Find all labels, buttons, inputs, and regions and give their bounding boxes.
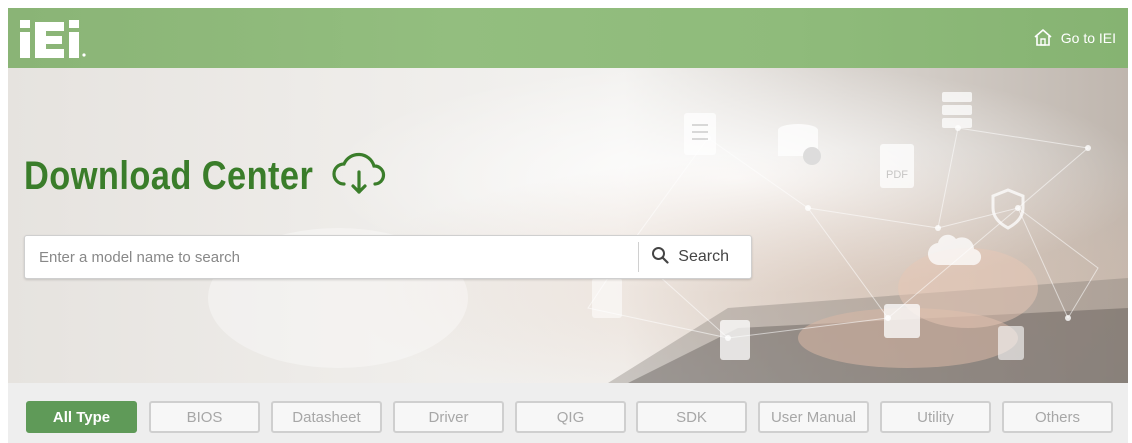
go-to-iei-link[interactable]: Go to IEI (1029, 24, 1120, 52)
download-center-heading: Download Center (24, 150, 388, 203)
filter-tab-driver[interactable]: Driver (393, 401, 504, 433)
hero-banner: PDF Download Center Enter a model name t… (8, 68, 1128, 383)
home-icon (1033, 28, 1053, 48)
type-filter-bar: All Type BIOS Datasheet Driver QIG SDK U… (8, 383, 1128, 443)
search-icon (651, 246, 669, 269)
filter-tab-all-type[interactable]: All Type (26, 401, 137, 433)
filter-tab-user-manual[interactable]: User Manual (758, 401, 869, 433)
filter-tab-qig[interactable]: QIG (515, 401, 626, 433)
model-search-input[interactable] (25, 236, 639, 278)
filter-tab-sdk[interactable]: SDK (636, 401, 747, 433)
top-bar: Go to IEI (8, 8, 1128, 68)
filter-tab-datasheet[interactable]: Datasheet (271, 401, 382, 433)
filter-tab-bios[interactable]: BIOS (149, 401, 260, 433)
page-title: Download Center (24, 154, 314, 198)
filter-tab-utility[interactable]: Utility (880, 401, 991, 433)
model-search-bar: Search (24, 235, 752, 279)
search-button-label: Search (678, 248, 729, 265)
go-to-iei-label: Go to IEI (1060, 30, 1116, 46)
svg-text:PDF: PDF (886, 169, 908, 181)
search-button[interactable]: Search (639, 236, 751, 278)
download-center-page: Go to IEI PDF Download Center Enter a mo… (0, 0, 1132, 443)
cloud-download-icon (330, 150, 388, 203)
hero-background-art: PDF (208, 92, 1128, 383)
filter-tab-others[interactable]: Others (1002, 401, 1113, 433)
iei-logo[interactable] (20, 18, 98, 58)
